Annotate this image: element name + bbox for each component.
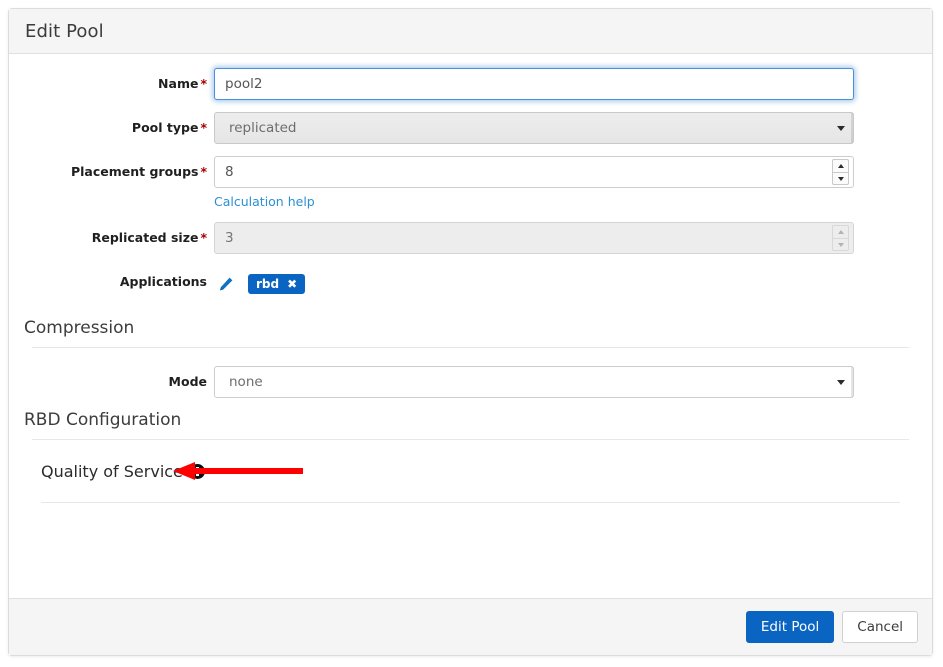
field-name xyxy=(214,68,854,100)
form-row-applications: Applications rbd ✖ xyxy=(9,266,932,300)
required-indicator: * xyxy=(200,164,207,179)
label-applications: Applications xyxy=(9,266,214,298)
select-edge xyxy=(851,367,853,397)
label-placement-groups-text: Placement groups xyxy=(70,164,199,179)
calculation-help-link[interactable]: Calculation help xyxy=(214,194,315,209)
placement-groups-stepper[interactable] xyxy=(214,156,854,188)
pool-type-select[interactable]: replicated xyxy=(214,112,854,144)
quality-of-service-label: Quality of Service xyxy=(41,461,183,481)
replicated-size-input[interactable] xyxy=(214,222,854,254)
spinner-controls[interactable] xyxy=(832,159,849,185)
close-icon[interactable]: ✖ xyxy=(287,278,297,290)
section-divider xyxy=(32,439,909,440)
dialog-header: Edit Pool xyxy=(9,9,932,54)
chevron-up-icon xyxy=(837,164,844,168)
spinner-down-button[interactable] xyxy=(832,238,849,251)
section-title-compression: Compression xyxy=(24,318,135,338)
label-replicated-size-text: Replicated size xyxy=(91,230,199,245)
chevron-down-icon xyxy=(837,176,844,181)
required-indicator: * xyxy=(200,230,207,245)
pencil-icon[interactable] xyxy=(218,276,234,292)
spinner-controls[interactable] xyxy=(832,225,849,251)
form-row-placement-groups: Placement groups* Calculation help xyxy=(9,156,932,210)
chevron-down-icon xyxy=(837,126,845,131)
label-name: Name * xyxy=(9,68,214,100)
label-replicated-size: Replicated size * xyxy=(9,222,214,254)
field-applications: rbd ✖ xyxy=(214,266,854,300)
label-placement-groups: Placement groups * xyxy=(9,156,214,188)
chevron-up-icon xyxy=(837,230,844,234)
section-divider xyxy=(32,347,909,348)
edit-pool-dialog: Edit Pool Name* Pool type* replicated xyxy=(8,8,933,656)
field-placement-groups: Calculation help xyxy=(214,156,854,210)
field-replicated-size xyxy=(214,222,854,254)
label-applications-text: Applications xyxy=(119,274,207,289)
quality-of-service-divider xyxy=(41,502,900,503)
plus-circle-icon[interactable] xyxy=(189,463,205,479)
replicated-size-stepper[interactable] xyxy=(214,222,854,254)
quality-of-service-row[interactable]: Quality of Service xyxy=(9,458,932,484)
required-indicator: * xyxy=(200,120,207,135)
edit-pool-button[interactable]: Edit Pool xyxy=(745,611,835,643)
spinner-down-button[interactable] xyxy=(832,172,849,185)
form-row-mode: Mode none xyxy=(9,366,932,398)
label-mode: Mode xyxy=(9,366,214,398)
label-pool-type: Pool type * xyxy=(9,112,214,144)
spinner-up-button[interactable] xyxy=(832,225,849,238)
field-mode: none xyxy=(214,366,854,398)
field-pool-type: replicated xyxy=(214,112,854,144)
chevron-down-icon xyxy=(837,380,845,385)
form-row-pool-type: Pool type * replicated xyxy=(9,112,932,144)
application-badge-label: rbd xyxy=(256,277,280,291)
section-title-rbd-configuration: RBD Configuration xyxy=(24,410,182,430)
label-mode-text: Mode xyxy=(168,374,207,389)
dialog-title: Edit Pool xyxy=(25,20,104,42)
chevron-down-icon xyxy=(837,242,844,247)
dialog-body: Name* Pool type* replicated Placement xyxy=(9,54,932,598)
compression-mode-select[interactable]: none xyxy=(214,366,854,398)
application-badge-rbd[interactable]: rbd ✖ xyxy=(248,274,306,294)
spinner-up-button[interactable] xyxy=(832,159,849,172)
compression-mode-value: none xyxy=(214,366,854,398)
name-input[interactable] xyxy=(214,68,854,100)
dialog-footer: Edit Pool Cancel xyxy=(9,598,932,655)
pool-type-value: replicated xyxy=(214,112,854,144)
placement-groups-input[interactable] xyxy=(214,156,854,188)
applications-area: rbd ✖ xyxy=(214,266,854,300)
label-name-text: Name xyxy=(158,76,199,91)
form-row-name: Name * xyxy=(9,68,932,100)
form-row-replicated-size: Replicated size * xyxy=(9,222,932,254)
label-pool-type-text: Pool type xyxy=(131,120,199,135)
required-indicator: * xyxy=(200,76,207,91)
cancel-button[interactable]: Cancel xyxy=(842,611,918,643)
select-edge xyxy=(851,113,853,143)
